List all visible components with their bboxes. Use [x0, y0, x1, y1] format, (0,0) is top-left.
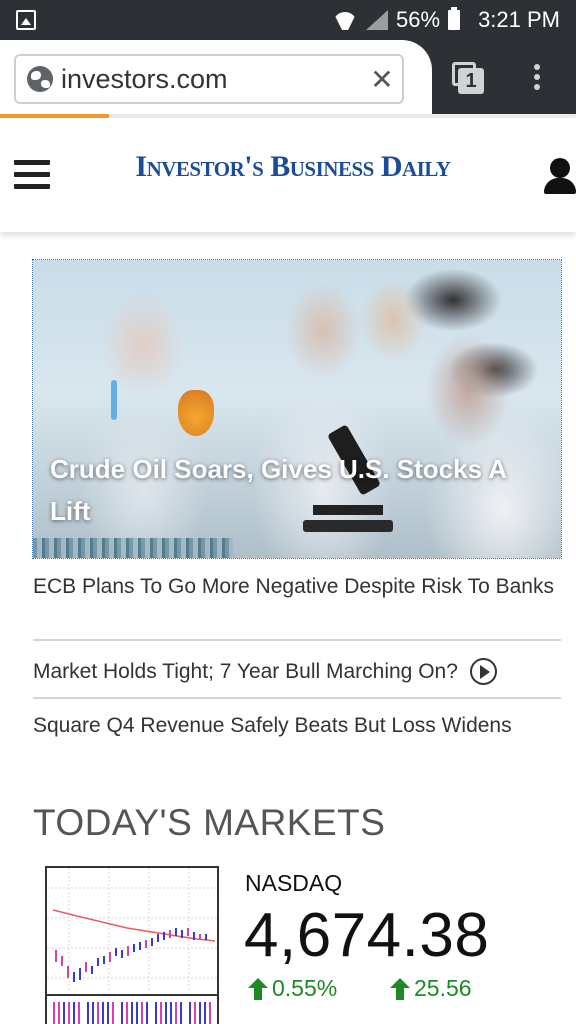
- headline-link[interactable]: ECB Plans To Go More Negative Despite Ri…: [33, 572, 561, 601]
- volume-bars: [53, 1002, 211, 1024]
- hero-image-flask: [178, 390, 214, 436]
- chart-grid: [47, 868, 217, 993]
- clear-url-icon[interactable]: ✕: [362, 63, 402, 96]
- change-percent-value: 0.55%: [272, 975, 338, 1001]
- markets-section-title: TODAY'S MARKETS: [33, 802, 386, 843]
- moving-average-line: [52, 909, 216, 942]
- tab-count: 1: [458, 68, 484, 94]
- up-arrow-icon: [390, 977, 410, 1000]
- overflow-menu-icon[interactable]: [530, 64, 544, 94]
- battery-percent: 56%: [396, 7, 441, 32]
- change-points: 25.56: [390, 975, 472, 1002]
- headline-link[interactable]: Square Q4 Revenue Safely Beats But Loss …: [33, 711, 561, 740]
- mini-chart-svg: [47, 868, 217, 1024]
- up-arrow-icon: [248, 977, 268, 1000]
- index-name[interactable]: NASDAQ: [245, 870, 342, 897]
- divider: [33, 639, 561, 641]
- price-bars: [55, 928, 207, 982]
- hero-image-shelf: [33, 538, 233, 558]
- headline-link-video[interactable]: Market Holds Tight; 7 Year Bull Marching…: [33, 657, 561, 686]
- divider: [33, 697, 561, 699]
- user-account-icon[interactable]: [542, 158, 576, 194]
- status-bar: 56% 3:21 PM: [0, 0, 576, 40]
- address-bar[interactable]: investors.com ✕: [14, 54, 404, 104]
- browser-toolbar: investors.com ✕ 1: [0, 40, 576, 118]
- tab-switcher-button[interactable]: 1: [452, 62, 484, 94]
- image-notification-icon: [16, 10, 36, 30]
- hero-image-tube: [111, 380, 117, 420]
- change-percent: 0.55%: [248, 975, 337, 1002]
- globe-icon: [27, 66, 53, 92]
- hero-story[interactable]: Crude Oil Soars, Gives U.S. Stocks A Lif…: [32, 259, 562, 559]
- wifi-icon: [332, 10, 358, 30]
- url-tab: investors.com ✕: [0, 40, 432, 118]
- headline-text[interactable]: Market Holds Tight; 7 Year Bull Marching…: [33, 657, 458, 686]
- index-value: 4,674.38: [244, 901, 490, 970]
- site-header: Investor's Business Daily: [0, 118, 576, 232]
- battery-icon: [448, 7, 461, 30]
- play-video-icon[interactable]: [469, 658, 497, 685]
- hero-headline[interactable]: Crude Oil Soars, Gives U.S. Stocks A Lif…: [50, 448, 540, 532]
- site-logo[interactable]: Investor's Business Daily: [108, 150, 478, 184]
- change-points-value: 25.56: [414, 975, 472, 1001]
- url-text[interactable]: investors.com: [61, 64, 362, 95]
- hamburger-menu-icon[interactable]: [14, 160, 50, 190]
- clock: 3:21 PM: [478, 7, 560, 32]
- status-indicators: 56% 3:21 PM: [332, 6, 560, 34]
- signal-icon: [366, 10, 389, 30]
- nasdaq-mini-chart[interactable]: [45, 866, 219, 1024]
